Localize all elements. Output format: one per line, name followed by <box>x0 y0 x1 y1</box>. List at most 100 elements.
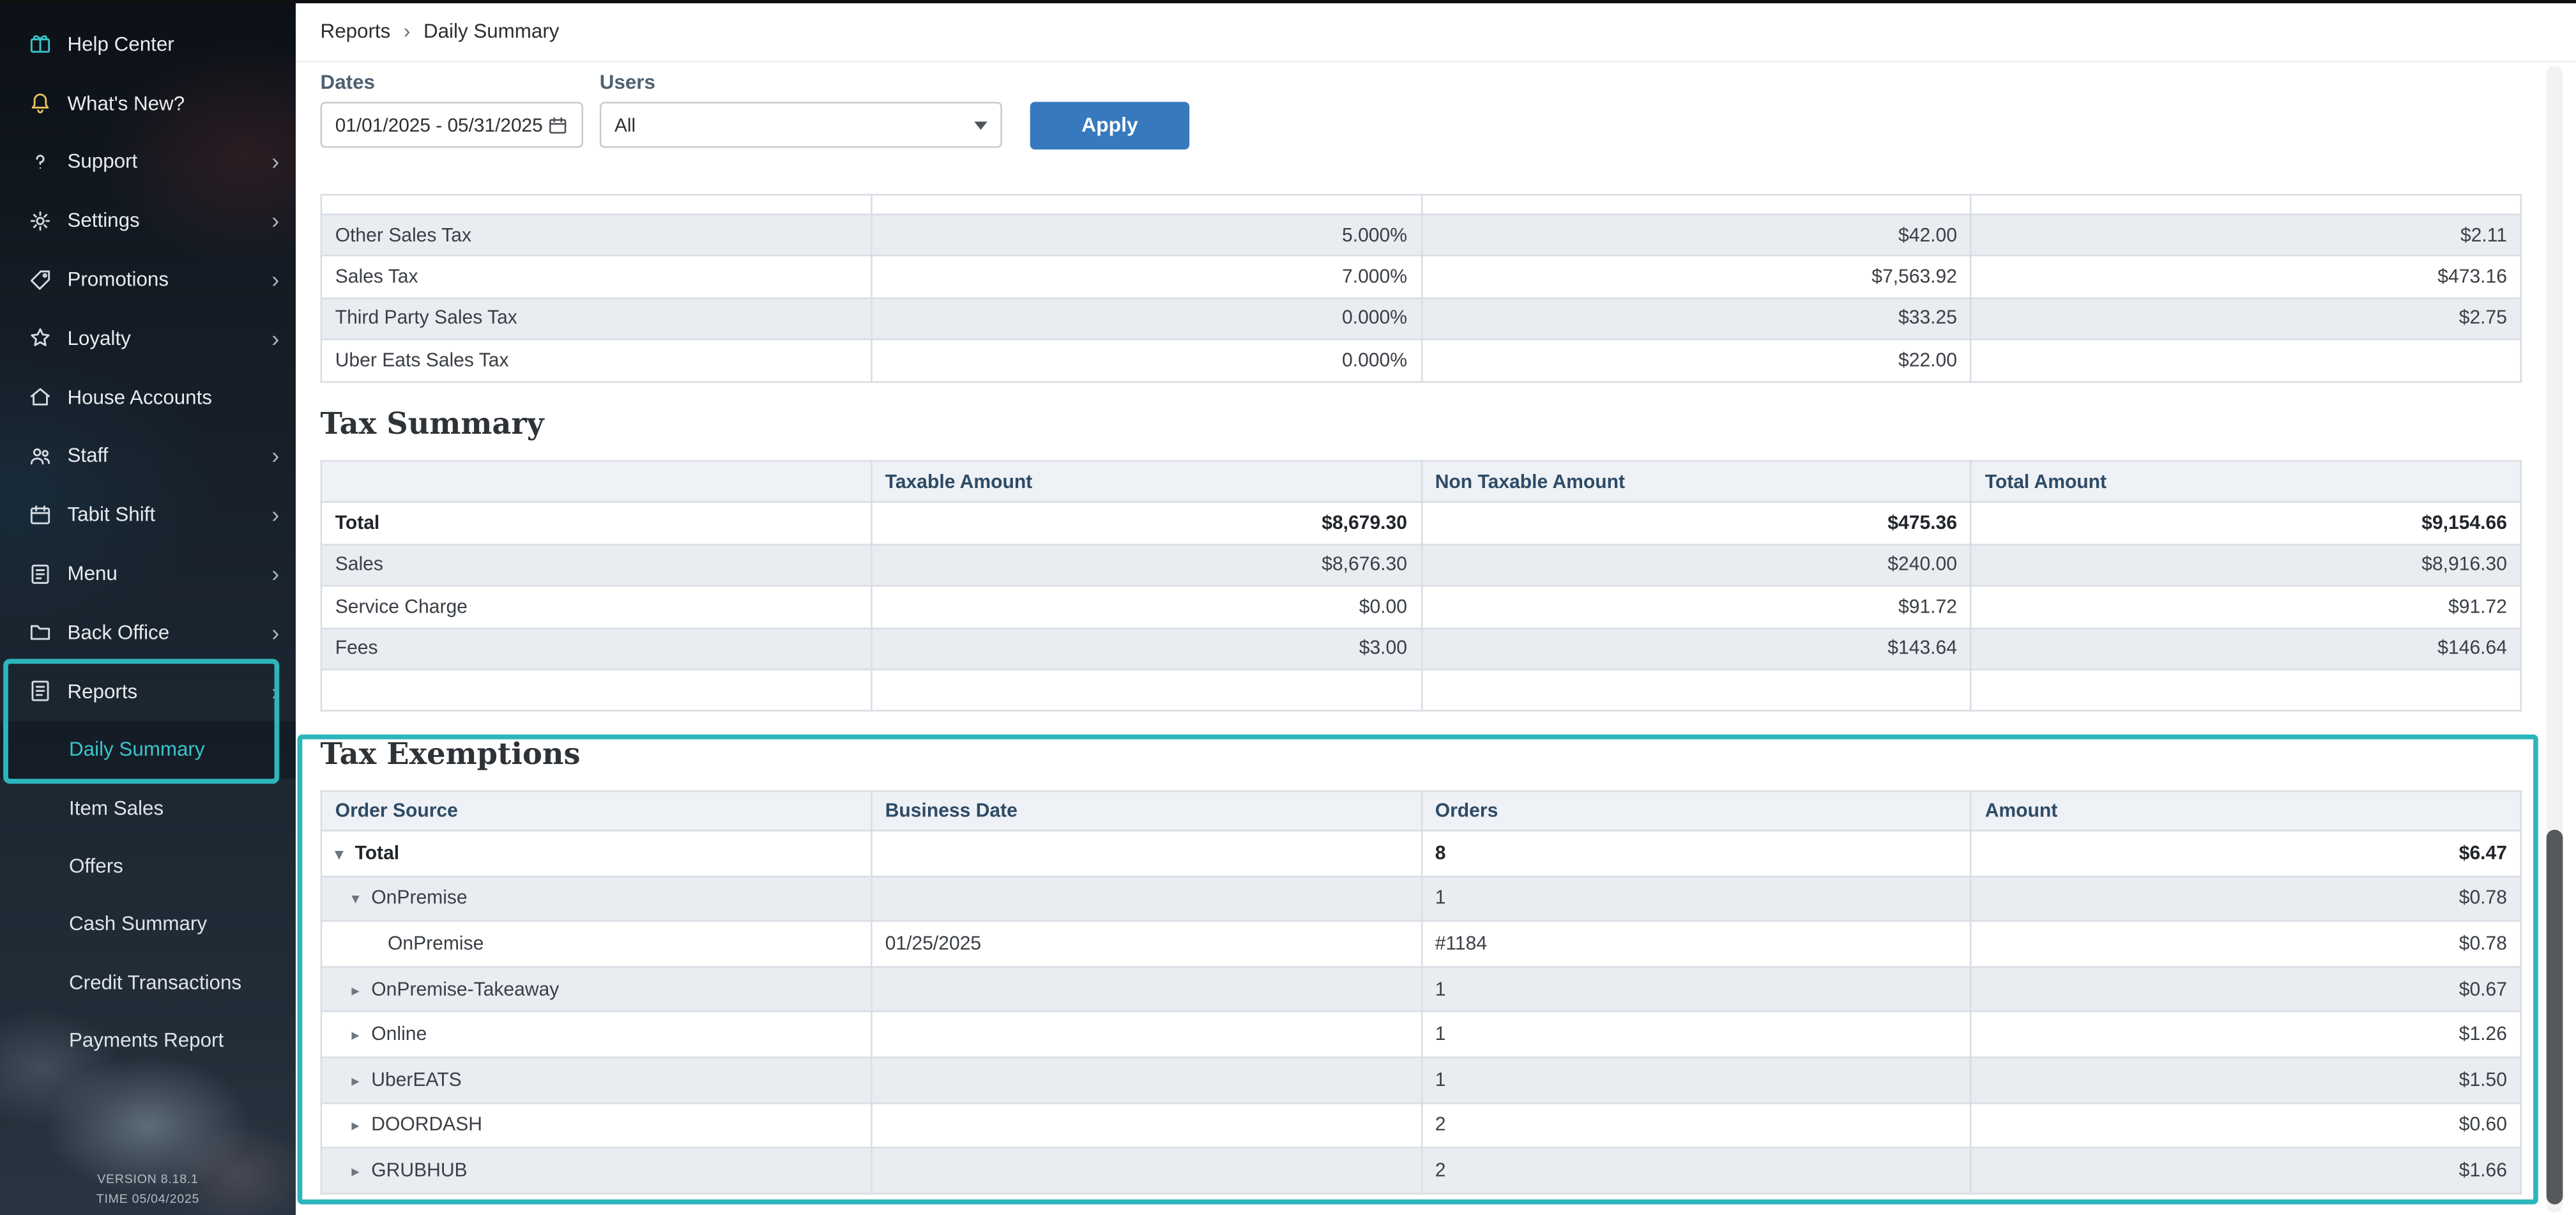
order-source-label: Online <box>371 1024 427 1045</box>
column-header: Amount <box>1971 791 2521 830</box>
orders-cell: 8 <box>1421 830 1971 876</box>
order-source-cell: ▸OnPremise-Takeaway <box>321 967 871 1012</box>
table-cell: $22.00 <box>1421 340 1971 381</box>
sidebar-item-loyalty[interactable]: Loyalty› <box>0 309 296 368</box>
tax-exemptions-table: Order SourceBusiness DateOrdersAmount ▾T… <box>321 790 2522 1194</box>
table-cell: $3.00 <box>871 628 1421 669</box>
table-cell: $473.16 <box>1971 256 2521 298</box>
apply-button[interactable]: Apply <box>1030 101 1189 149</box>
table-row: OnPremise01/25/2025#1184$0.78 <box>321 921 2521 967</box>
sidebar-item-what-s-new[interactable]: What's New? <box>0 73 296 132</box>
table-cell: Third Party Sales Tax <box>321 298 871 339</box>
question-icon <box>26 148 54 176</box>
users-label: Users <box>600 71 655 94</box>
table-cell: $7,563.92 <box>1421 256 1971 298</box>
table-cell <box>1421 195 1971 215</box>
order-source-label: UberEATS <box>371 1069 461 1090</box>
breadcrumb-reports-link[interactable]: Reports <box>321 19 391 42</box>
table-cell: $475.36 <box>1421 503 1971 544</box>
sidebar-item-reports[interactable]: Reports› <box>0 662 296 721</box>
calendar-icon <box>547 114 568 135</box>
main-content: Reports › Daily Summary Dates 01/01/2025… <box>296 0 2576 1215</box>
caret-right-icon[interactable]: ▸ <box>351 1073 371 1090</box>
business-date-cell <box>871 1057 1421 1103</box>
caret-down-icon[interactable]: ▾ <box>335 846 355 864</box>
column-header: Non Taxable Amount <box>1421 461 1971 502</box>
sidebar-item-promotions[interactable]: Promotions› <box>0 250 296 309</box>
bell-icon <box>26 89 54 117</box>
table-row: ▸GRUBHUB2$1.66 <box>321 1148 2521 1193</box>
date-range-input[interactable]: 01/01/2025 - 05/31/2025 <box>321 102 584 148</box>
caret-down-icon[interactable]: ▾ <box>351 891 371 909</box>
table-row: Service Charge$0.00$91.72$91.72 <box>321 586 2521 627</box>
sidebar-item-label: Settings <box>67 209 271 232</box>
business-date-cell <box>871 967 1421 1012</box>
caret-right-icon[interactable]: ▸ <box>351 1163 371 1181</box>
table-cell: Sales Tax <box>321 256 871 298</box>
sidebar-item-item-sales[interactable]: Item Sales <box>0 779 296 837</box>
caret-right-icon[interactable]: ▸ <box>351 982 371 1000</box>
dates-label: Dates <box>321 71 375 94</box>
sidebar-item-staff[interactable]: Staff› <box>0 427 296 485</box>
order-source-label: DOORDASH <box>371 1115 482 1136</box>
orders-cell: 2 <box>1421 1103 1971 1148</box>
chevron-right-icon: › <box>271 680 279 703</box>
table-cell <box>871 669 1421 711</box>
orders-cell: 1 <box>1421 1012 1971 1057</box>
window-top-edge <box>0 0 2576 3</box>
sidebar-item-tabit-shift[interactable]: Tabit Shift› <box>0 485 296 544</box>
sidebar-item-daily-summary[interactable]: Daily Summary <box>0 721 296 779</box>
sidebar-item-help-center[interactable]: Help Center <box>0 15 296 73</box>
table-cell: $33.25 <box>1421 298 1971 339</box>
table-row: Uber Eats Sales Tax0.000%$22.00 <box>321 340 2521 381</box>
sidebar-item-settings[interactable]: Settings› <box>0 191 296 250</box>
sidebar-item-credit-transactions[interactable]: Credit Transactions <box>0 953 296 1011</box>
sidebar-item-label: What's New? <box>67 91 279 114</box>
caret-down-icon <box>974 121 987 129</box>
sidebar-item-label: Help Center <box>67 33 279 56</box>
tax-rates-table: Other Sales Tax5.000%$42.00$2.11Sales Ta… <box>321 194 2522 383</box>
sidebar-item-label: Menu <box>67 562 271 585</box>
users-select[interactable]: All <box>600 102 1002 148</box>
sidebar: Help CenterWhat's New?Support›Settings›P… <box>0 0 296 1215</box>
caret-right-icon[interactable]: ▸ <box>351 1027 371 1045</box>
app-window: Help CenterWhat's New?Support›Settings›P… <box>0 0 2576 1215</box>
version-info: VERSION 8.18.1 TIME 05/04/2025 <box>0 1170 296 1209</box>
table-cell: $143.64 <box>1421 628 1971 669</box>
chevron-right-icon: › <box>271 209 279 232</box>
sidebar-item-label: Staff <box>67 445 271 468</box>
orders-cell: 1 <box>1421 967 1971 1012</box>
table-cell: 0.000% <box>871 340 1421 381</box>
sidebar-item-payments-report[interactable]: Payments Report <box>0 1011 296 1069</box>
table-cell <box>1971 340 2521 381</box>
tax-summary-table: Taxable AmountNon Taxable AmountTotal Am… <box>321 460 2522 712</box>
order-source-label: OnPremise <box>371 888 467 909</box>
amount-cell: $1.50 <box>1971 1057 2521 1103</box>
sidebar-item-support[interactable]: Support› <box>0 132 296 191</box>
amount-cell: $6.47 <box>1971 830 2521 876</box>
sidebar-item-house-accounts[interactable]: House Accounts <box>0 368 296 427</box>
table-cell: $91.72 <box>1421 586 1971 627</box>
gear-icon <box>26 207 54 235</box>
sidebar-item-offers[interactable]: Offers <box>0 837 296 895</box>
order-source-cell: ▸UberEATS <box>321 1057 871 1103</box>
chevron-right-icon: › <box>271 327 279 350</box>
column-header <box>321 461 871 502</box>
sidebar-item-label: Support <box>67 150 271 173</box>
table-row <box>321 669 2521 711</box>
table-cell: $0.00 <box>871 586 1421 627</box>
scrollbar-thumb[interactable] <box>2547 830 2563 1204</box>
business-date-cell <box>871 876 1421 921</box>
caret-right-icon[interactable]: ▸ <box>351 1118 371 1136</box>
sidebar-item-menu[interactable]: Menu› <box>0 544 296 603</box>
order-source-cell: ▸Online <box>321 1012 871 1057</box>
reports-submenu: Daily SummaryItem SalesOffersCash Summar… <box>0 721 296 1069</box>
sidebar-item-label: Back Office <box>67 621 271 644</box>
table-cell <box>1421 669 1971 711</box>
table-row: Fees$3.00$143.64$146.64 <box>321 628 2521 669</box>
sidebar-item-cash-summary[interactable]: Cash Summary <box>0 895 296 953</box>
amount-cell: $0.60 <box>1971 1103 2521 1148</box>
sidebar-item-back-office[interactable]: Back Office› <box>0 603 296 662</box>
page: Help CenterWhat's New?Support›Settings›P… <box>0 0 2576 1215</box>
table-row: Other Sales Tax5.000%$42.00$2.11 <box>321 215 2521 256</box>
